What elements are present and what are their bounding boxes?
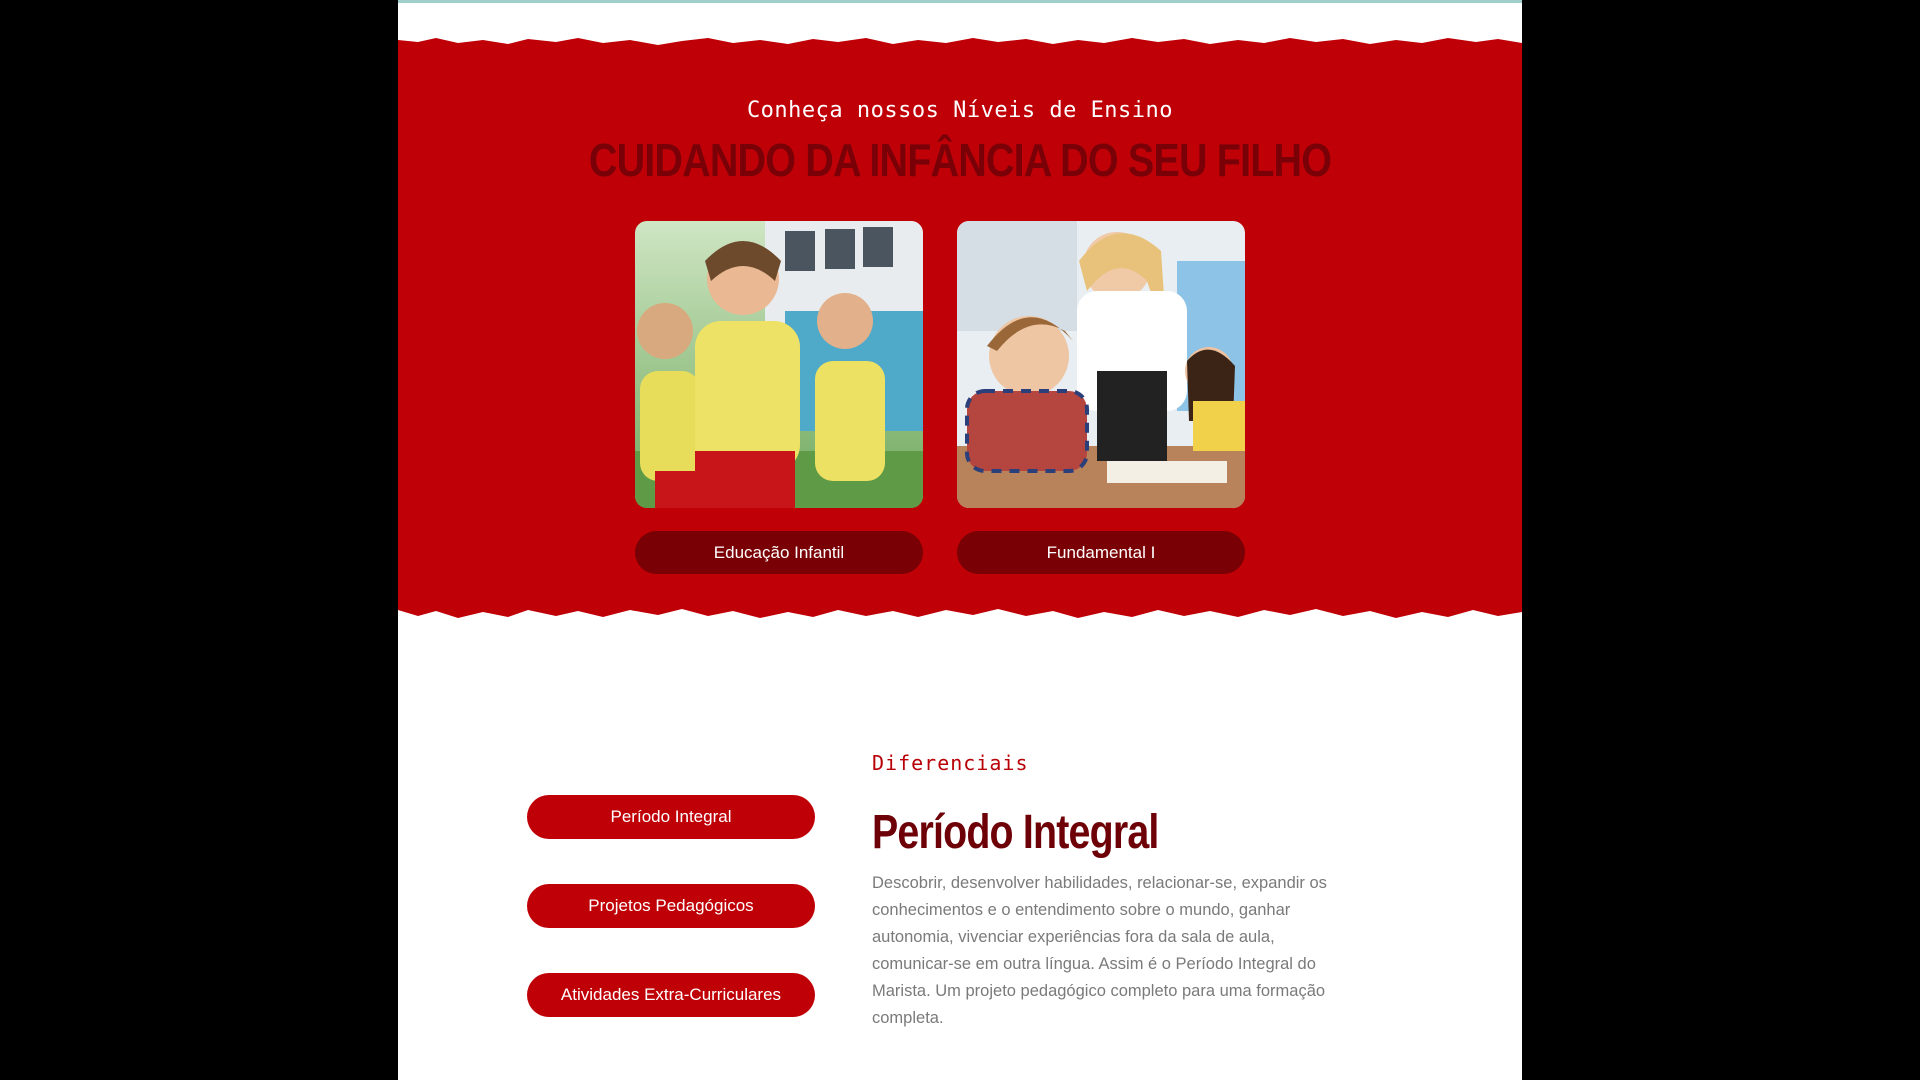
button-educacao-infantil[interactable]: Educação Infantil [635, 531, 923, 574]
hero-eyebrow: Conheça nossos Níveis de Ensino [746, 98, 1174, 123]
card-image-educacao-infantil[interactable] [635, 221, 923, 508]
hero-title: CUIDANDO DA INFÂNCIA DO SEU FILHO [588, 134, 1332, 186]
children-running-photo [635, 221, 923, 508]
diferenciais-eyebrow: Diferenciais [872, 751, 1029, 775]
diferencial-heading: Período Integral [872, 806, 1159, 859]
tab-periodo-integral[interactable]: Período Integral [527, 795, 815, 839]
tab-atividades-extra-curriculares[interactable]: Atividades Extra-Curriculares [527, 973, 815, 1017]
button-fundamental-i[interactable]: Fundamental I [957, 531, 1245, 574]
teacher-helping-student-photo [957, 221, 1245, 508]
page: Conheça nossos Níveis de Ensino CUIDANDO… [398, 0, 1522, 1080]
top-accent-strip [398, 0, 1522, 3]
card-image-fundamental-i[interactable] [957, 221, 1245, 508]
tab-projetos-pedagogicos[interactable]: Projetos Pedagógicos [527, 884, 815, 928]
diferencial-description: Descobrir, desenvolver habilidades, rela… [872, 874, 1327, 1027]
